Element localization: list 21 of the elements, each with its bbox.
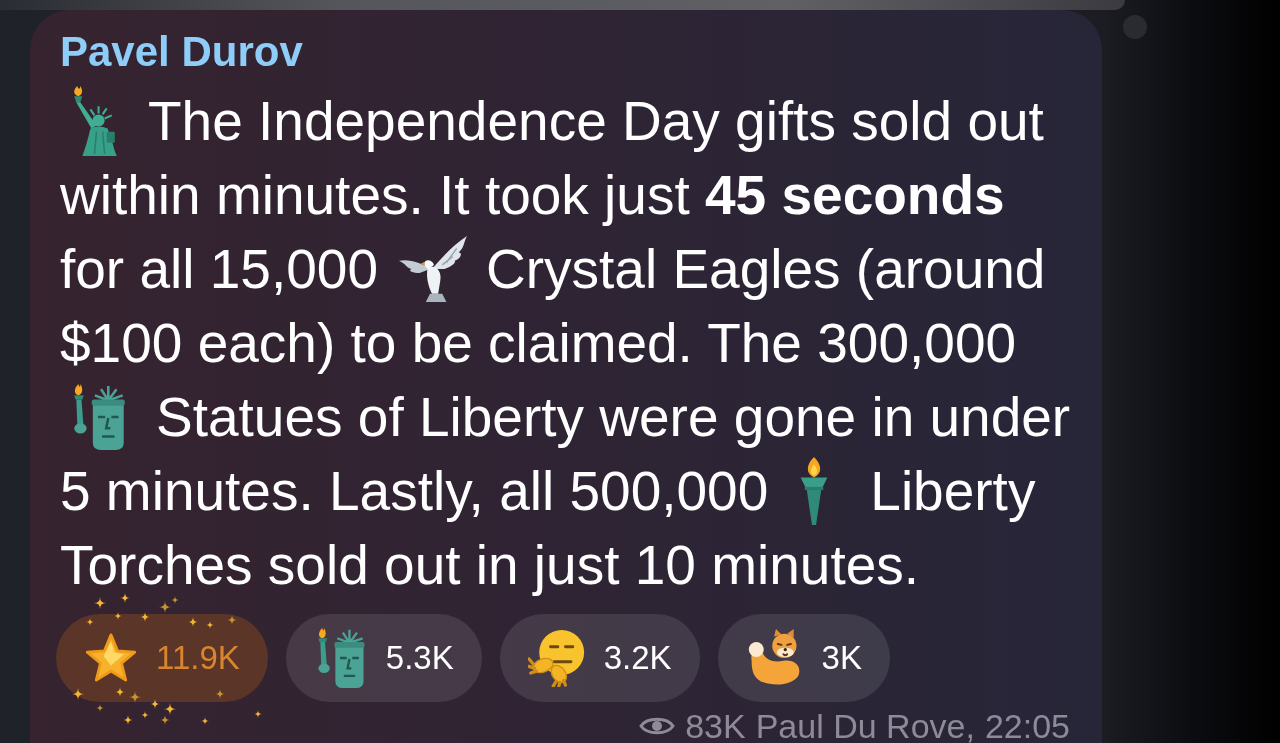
reaction-button[interactable]: 5.3K <box>285 614 482 702</box>
message-text: for all 15,000 <box>60 237 378 302</box>
message-text: Liberty <box>870 459 1036 524</box>
message-text: Crystal Eagles (around <box>486 237 1046 302</box>
author-signature: Paul Du Rove, <box>755 709 975 743</box>
message-text: The Independence Day gifts sold out <box>148 89 1044 154</box>
message-text: 5 minutes. Lastly, all 500,000 <box>60 459 769 524</box>
reaction-button[interactable]: 11.9K <box>56 614 268 702</box>
message-text: Statues of Liberty were gone in under <box>156 385 1071 450</box>
reaction-button[interactable]: 3K <box>717 614 890 702</box>
eye-icon <box>639 715 676 737</box>
message-text: within minutes. It took just 45 seconds <box>60 163 1005 228</box>
message-time: 22:05 <box>984 709 1070 743</box>
view-count: 83K <box>685 709 746 743</box>
eagle-icon <box>398 235 468 303</box>
star-icon <box>84 633 138 683</box>
message-text: Torches sold out in just 10 minutes. <box>60 533 920 598</box>
reaction-button[interactable]: 3.2K <box>499 614 700 702</box>
face-with-hands-icon <box>527 629 586 687</box>
message-text: $100 each) to be claimed. The 300,000 <box>60 311 1017 376</box>
author-name: Pavel Durov <box>60 27 303 77</box>
